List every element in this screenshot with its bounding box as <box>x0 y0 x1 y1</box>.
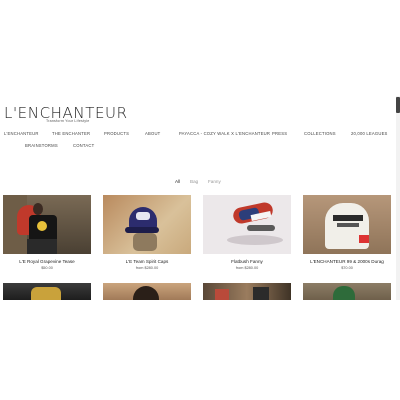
product-title[interactable]: L'E Team Spirit Caps <box>103 259 191 264</box>
outer-background-bottom <box>0 300 400 400</box>
nav-item-20000-leagues[interactable]: 20,000 LEAGUES <box>351 131 388 136</box>
nav-item-press[interactable]: PRESS <box>272 131 287 136</box>
product-price: from $280.00 <box>135 266 159 270</box>
product-card[interactable]: Flatbush Fanny from $280.00 <box>203 195 291 270</box>
product-price: $70.00 <box>341 266 353 270</box>
nav-item-about[interactable]: ABOUT <box>145 131 160 136</box>
vertical-scrollbar[interactable] <box>396 96 400 300</box>
product-image[interactable] <box>203 283 291 300</box>
product-title[interactable]: L'E Royal Grapevine Tease <box>3 259 91 264</box>
product-image[interactable] <box>303 195 391 254</box>
product-price: from $280.00 <box>235 266 259 270</box>
nav-item-products[interactable]: PRODUCTS <box>104 131 129 136</box>
product-card[interactable]: L'ENCHANTEUR 99 & 2000s Durag $70.00 <box>303 195 391 270</box>
product-image[interactable] <box>103 283 191 300</box>
filter-all[interactable]: All <box>175 179 180 184</box>
product-price: $50.00 <box>41 266 53 270</box>
outer-background-top <box>0 0 400 96</box>
product-image[interactable] <box>3 283 91 300</box>
filter-fanny[interactable]: Fanny <box>208 179 221 184</box>
product-image[interactable] <box>303 283 391 300</box>
product-image[interactable] <box>203 195 291 254</box>
product-card[interactable]: L'E Team Spirit Caps from $280.00 <box>103 195 191 270</box>
nav-item-brainstorms[interactable]: BRAINSTORMS <box>25 143 58 148</box>
nav-item-payacca[interactable]: PAYACCA - Cozy Walk X L'ENCHANTEUR <box>179 131 270 136</box>
nav-item-lenchanteur[interactable]: L'ENCHANTEUR <box>4 131 39 136</box>
scrollbar-thumb[interactable] <box>396 97 400 113</box>
product-image[interactable] <box>103 195 191 254</box>
nav-item-contact[interactable]: CONTACT <box>73 143 94 148</box>
filter-bag[interactable]: Bag <box>190 179 198 184</box>
nav-item-collections[interactable]: COLLECTIONS <box>304 131 336 136</box>
product-title[interactable]: Flatbush Fanny <box>203 259 291 264</box>
product-title[interactable]: L'ENCHANTEUR 99 & 2000s Durag <box>303 259 391 264</box>
product-card[interactable]: L'E Royal Grapevine Tease $50.00 <box>3 195 91 270</box>
product-image[interactable] <box>3 195 91 254</box>
brand-tagline: Transform Your Lifestyle <box>46 119 90 123</box>
nav-item-the-enchanter[interactable]: THE ENCHANTER <box>52 131 90 136</box>
